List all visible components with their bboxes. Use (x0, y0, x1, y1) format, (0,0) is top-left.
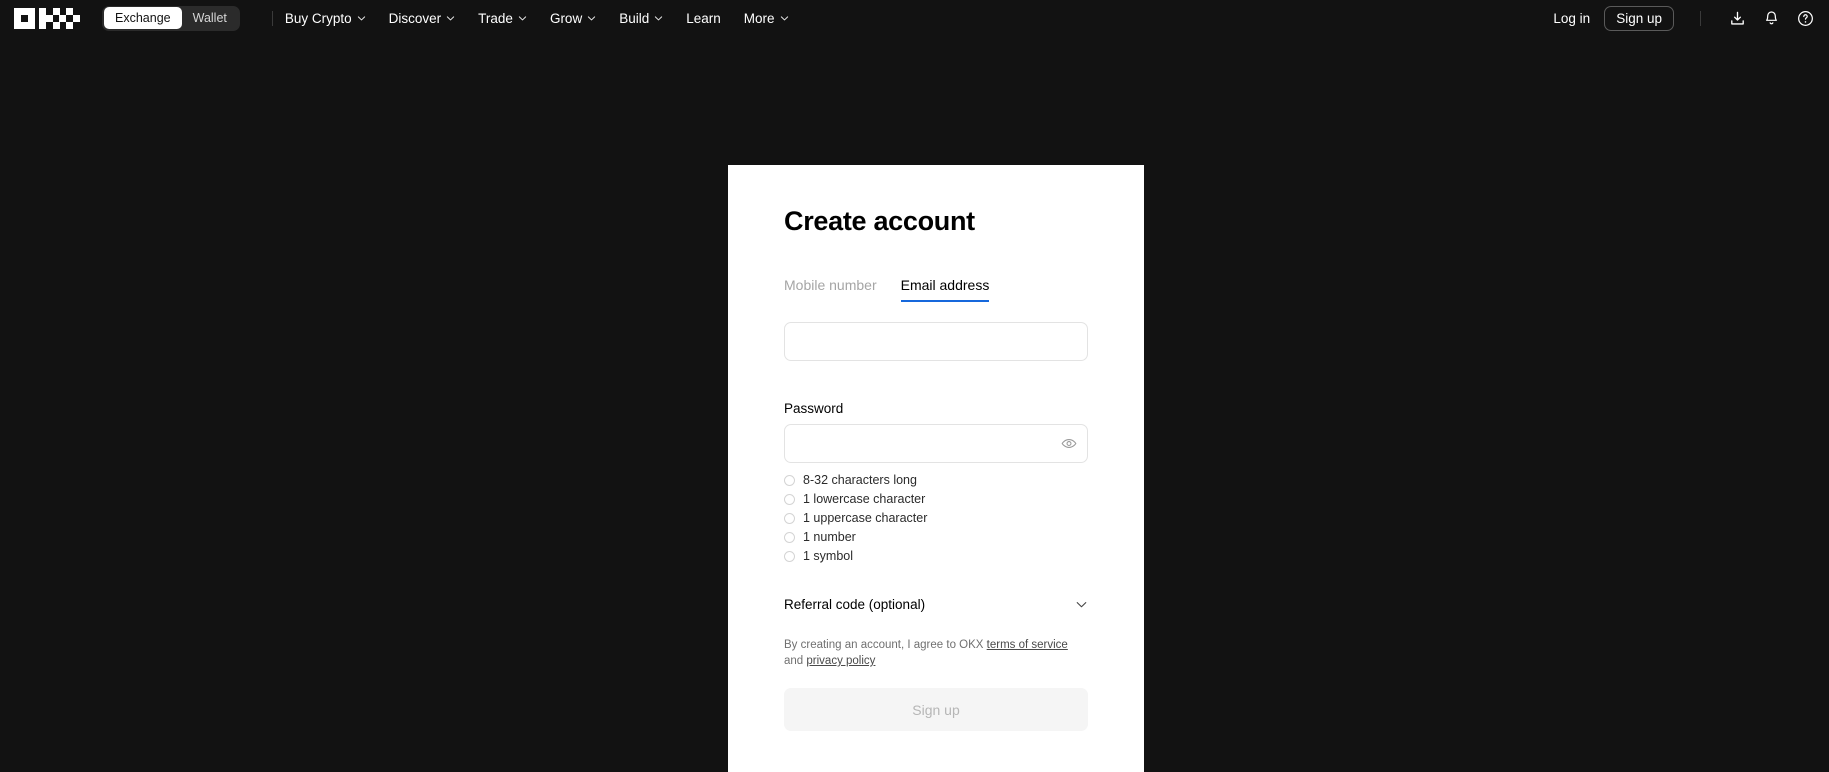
page-title: Create account (784, 206, 975, 236)
requirement-status-circle-icon (784, 551, 795, 562)
nav-item-buy-crypto[interactable]: Buy Crypto (285, 11, 366, 26)
chevron-down-icon (655, 15, 663, 20)
segment-wallet[interactable]: Wallet (182, 7, 238, 30)
requirement-status-circle-icon (784, 532, 795, 543)
okx-logo[interactable] (14, 7, 80, 29)
password-requirement-item: 1 lowercase character (784, 492, 1088, 507)
nav-item-grow[interactable]: Grow (550, 11, 596, 26)
password-requirement-item: 1 symbol (784, 549, 1088, 564)
chevron-down-icon (447, 15, 455, 20)
password-section: Password 8-32 characters long 1 lowercas… (784, 401, 1088, 564)
nav-item-learn[interactable]: Learn (686, 11, 721, 26)
legal-prefix: By creating an account, I agree to OKX (784, 639, 987, 651)
password-requirement-item: 1 uppercase character (784, 511, 1088, 526)
nav-item-build[interactable]: Build (619, 11, 663, 26)
chevron-down-icon (780, 15, 788, 20)
password-requirements-list: 8-32 characters long 1 lowercase charact… (784, 473, 1088, 564)
requirement-status-circle-icon (784, 494, 795, 505)
requirement-label: 1 lowercase character (803, 492, 926, 506)
nav-item-label: More (743, 10, 775, 26)
log-in-link[interactable]: Log in (1553, 11, 1590, 26)
legal-middle: and (784, 655, 807, 667)
nav-item-more[interactable]: More (744, 11, 789, 26)
tab-email-address[interactable]: Email address (900, 277, 989, 302)
tab-mobile-number[interactable]: Mobile number (784, 277, 877, 302)
nav-divider (271, 10, 273, 26)
requirement-label: 8-32 characters long (803, 473, 917, 487)
nav-item-label: Grow (549, 10, 583, 26)
create-account-card: Create account Mobile number Email addre… (728, 165, 1144, 772)
password-requirement-item: 8-32 characters long (784, 473, 1088, 488)
notification-bell-icon[interactable] (1761, 8, 1781, 28)
password-requirement-item: 1 number (784, 530, 1088, 545)
requirement-label: 1 number (803, 530, 856, 544)
requirement-label: 1 uppercase character (803, 511, 928, 525)
terms-of-service-link[interactable]: terms of service (987, 639, 1068, 651)
signup-method-tabs: Mobile number Email address (784, 277, 1088, 302)
main-nav-links: Buy Crypto Discover Trade Grow Build Lea (285, 11, 789, 26)
nav-item-label: Buy Crypto (284, 10, 352, 26)
eye-icon[interactable] (1060, 435, 1077, 452)
nav-item-discover[interactable]: Discover (389, 11, 456, 26)
password-label: Password (784, 401, 844, 416)
privacy-policy-link[interactable]: privacy policy (806, 655, 875, 667)
nav-item-label: Trade (478, 10, 513, 26)
nav-item-label: Learn (686, 10, 721, 26)
nav-divider-right (1700, 10, 1701, 26)
nav-left-group: Exchange Wallet Buy Crypto Discover Trad… (14, 5, 789, 31)
download-icon[interactable] (1727, 8, 1747, 28)
chevron-down-icon (588, 15, 596, 20)
chevron-down-icon (357, 15, 365, 20)
segment-exchange[interactable]: Exchange (104, 6, 182, 30)
referral-code-accordion[interactable]: Referral code (optional) (784, 597, 1088, 612)
top-navigation-bar: Exchange Wallet Buy Crypto Discover Trad… (0, 0, 1829, 36)
legal-agreement-text: By creating an account, I agree to OKX t… (784, 637, 1088, 669)
chevron-down-icon (518, 15, 527, 20)
requirement-status-circle-icon (784, 513, 795, 524)
password-field-wrapper (784, 424, 1088, 463)
exchange-wallet-toggle[interactable]: Exchange Wallet (102, 5, 240, 31)
nav-item-trade[interactable]: Trade (478, 11, 527, 26)
password-input[interactable] (784, 424, 1088, 463)
requirement-status-circle-icon (784, 475, 795, 486)
email-input[interactable] (784, 322, 1088, 361)
nav-item-label: Discover (388, 10, 442, 26)
sign-up-submit-button[interactable]: Sign up (784, 688, 1088, 731)
nav-item-label: Build (619, 10, 650, 26)
page-body: Create account Mobile number Email addre… (0, 36, 1829, 772)
chevron-down-icon[interactable] (1075, 598, 1088, 611)
help-circle-icon[interactable] (1795, 8, 1815, 28)
nav-right-group: Log in Sign up (1553, 5, 1815, 31)
nav-sign-up-button[interactable]: Sign up (1604, 5, 1674, 31)
requirement-label: 1 symbol (803, 549, 854, 563)
referral-code-label: Referral code (optional) (784, 597, 926, 612)
